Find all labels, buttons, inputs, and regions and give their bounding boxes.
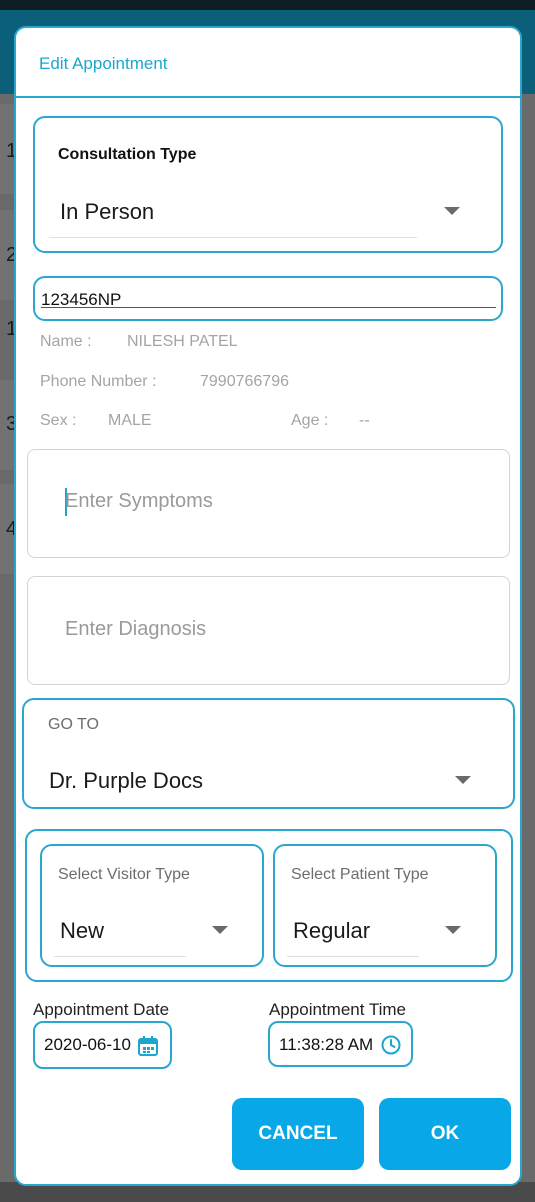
name-label: Name : <box>40 333 92 350</box>
patient-type-label: Select Patient Type <box>291 866 429 883</box>
consultation-type-underline <box>49 237 417 238</box>
dialog-header: Edit Appointment <box>16 28 520 98</box>
appointment-date-value: 2020-06-10 <box>44 1035 131 1054</box>
patient-type-dropdown[interactable]: Select Patient Type Regular <box>273 844 497 967</box>
age-label: Age : <box>291 412 329 429</box>
diagnosis-input[interactable]: Enter Diagnosis <box>27 576 510 685</box>
appointment-date-label: Appointment Date <box>33 1000 170 1019</box>
name-value: NILESH PATEL <box>127 333 238 350</box>
phone-label: Phone Number : <box>40 373 157 390</box>
visitor-type-label: Select Visitor Type <box>58 866 190 883</box>
appointment-time-field[interactable]: 11:38:28 AM <box>268 1021 413 1067</box>
chevron-down-icon <box>445 926 461 934</box>
appointment-time-value: 11:38:28 AM <box>279 1035 374 1054</box>
sex-label: Sex : <box>40 412 77 429</box>
patient-id-underline <box>41 307 496 308</box>
edit-appointment-dialog: Edit Appointment Consultation Type In Pe… <box>14 26 522 1186</box>
visitor-patient-type-group: Select Visitor Type New Select Patient T… <box>25 829 513 982</box>
chevron-down-icon <box>444 207 460 215</box>
clock-icon[interactable] <box>380 1034 402 1056</box>
visitor-type-value: New <box>60 918 105 943</box>
patient-id-field[interactable]: 123456NP <box>33 276 503 321</box>
goto-doctor-dropdown[interactable]: GO TO Dr. Purple Docs <box>22 698 515 809</box>
status-bar <box>0 0 535 10</box>
appointment-date-field[interactable]: 2020-06-10 <box>33 1021 172 1069</box>
visitor-type-dropdown[interactable]: Select Visitor Type New <box>40 844 264 967</box>
consultation-type-label: Consultation Type <box>58 146 197 163</box>
patient-type-value: Regular <box>293 918 371 943</box>
consultation-type-value: In Person <box>60 199 155 224</box>
goto-value: Dr. Purple Docs <box>49 768 204 793</box>
chevron-down-icon <box>212 926 228 934</box>
dialog-title: Edit Appointment <box>39 54 168 73</box>
goto-label: GO TO <box>48 716 99 733</box>
appointment-time-label: Appointment Time <box>269 1000 407 1019</box>
sex-value: MALE <box>108 412 152 429</box>
chevron-down-icon <box>455 776 471 784</box>
ok-button[interactable]: OK <box>379 1098 511 1170</box>
age-value: -- <box>359 412 370 429</box>
symptoms-input[interactable]: Enter Symptoms <box>27 449 510 558</box>
patient-type-underline <box>287 956 419 957</box>
visitor-type-underline <box>54 956 186 957</box>
calendar-icon[interactable] <box>137 1035 159 1057</box>
diagnosis-placeholder: Enter Diagnosis <box>65 618 207 640</box>
symptoms-placeholder: Enter Symptoms <box>65 490 213 512</box>
consultation-type-dropdown[interactable]: Consultation Type In Person <box>33 116 503 253</box>
phone-value: 7990766796 <box>200 373 289 390</box>
cancel-button[interactable]: CANCEL <box>232 1098 364 1170</box>
